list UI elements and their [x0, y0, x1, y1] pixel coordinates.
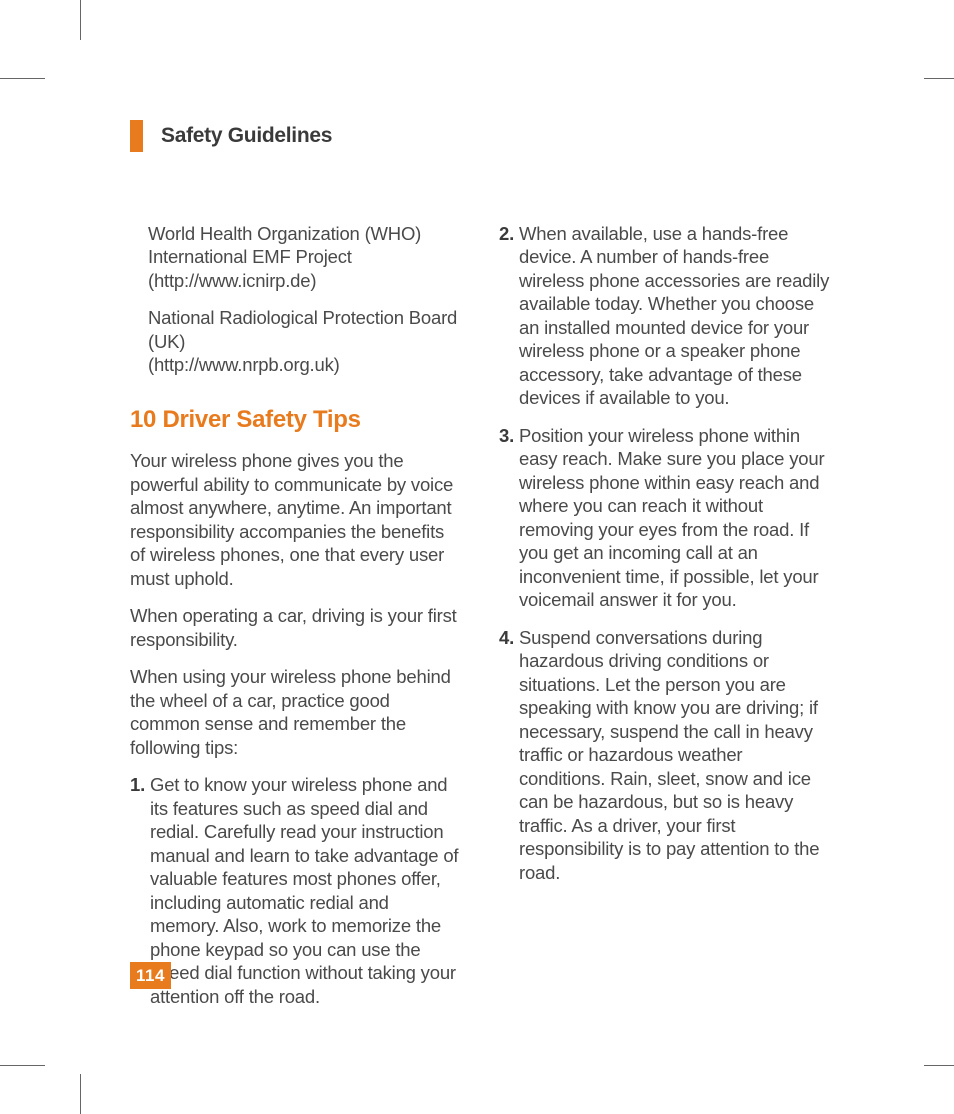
- ref-line: National Radiological Protection Board (…: [148, 306, 461, 353]
- reference-who: World Health Organization (WHO) Internat…: [148, 222, 461, 292]
- left-column: World Health Organization (WHO) Internat…: [130, 222, 461, 1022]
- tip-number: 3.: [499, 424, 519, 612]
- crop-mark: [0, 1065, 45, 1066]
- intro-paragraph: When operating a car, driving is your fi…: [130, 604, 461, 651]
- crop-mark: [0, 78, 45, 79]
- tip-number: 2.: [499, 222, 519, 410]
- crop-mark: [924, 1065, 954, 1066]
- tip-text: When available, use a hands-free device.…: [519, 222, 830, 410]
- ref-line: International EMF Project: [148, 245, 461, 268]
- intro-paragraph: Your wireless phone gives you the powerf…: [130, 449, 461, 590]
- reference-nrpb: National Radiological Protection Board (…: [148, 306, 461, 376]
- section-header: Safety Guidelines: [130, 120, 830, 152]
- tip-text: Suspend conversations during hazardous d…: [519, 626, 830, 884]
- ref-line: World Health Organization (WHO): [148, 222, 461, 245]
- intro-paragraph: When using your wireless phone behind th…: [130, 665, 461, 759]
- header-accent-bar: [130, 120, 143, 152]
- page-content: Safety Guidelines World Health Organizat…: [130, 120, 830, 1022]
- two-column-layout: World Health Organization (WHO) Internat…: [130, 222, 830, 1022]
- page-number: 114: [130, 962, 171, 989]
- crop-mark: [924, 78, 954, 79]
- crop-mark: [80, 0, 81, 40]
- section-heading: 10 Driver Safety Tips: [130, 405, 461, 435]
- tip-item-1: 1. Get to know your wireless phone and i…: [130, 773, 461, 1008]
- tip-item-2: 2. When available, use a hands-free devi…: [499, 222, 830, 410]
- header-title: Safety Guidelines: [161, 124, 332, 148]
- tip-item-4: 4. Suspend conversations during hazardou…: [499, 626, 830, 884]
- tip-text: Get to know your wireless phone and its …: [150, 773, 461, 1008]
- right-column: 2. When available, use a hands-free devi…: [499, 222, 830, 1022]
- tip-text: Position your wireless phone within easy…: [519, 424, 830, 612]
- crop-mark: [80, 1074, 81, 1114]
- ref-line: (http://www.nrpb.org.uk): [148, 353, 461, 376]
- ref-line: (http://www.icnirp.de): [148, 269, 461, 292]
- tip-number: 4.: [499, 626, 519, 884]
- tip-item-3: 3. Position your wireless phone within e…: [499, 424, 830, 612]
